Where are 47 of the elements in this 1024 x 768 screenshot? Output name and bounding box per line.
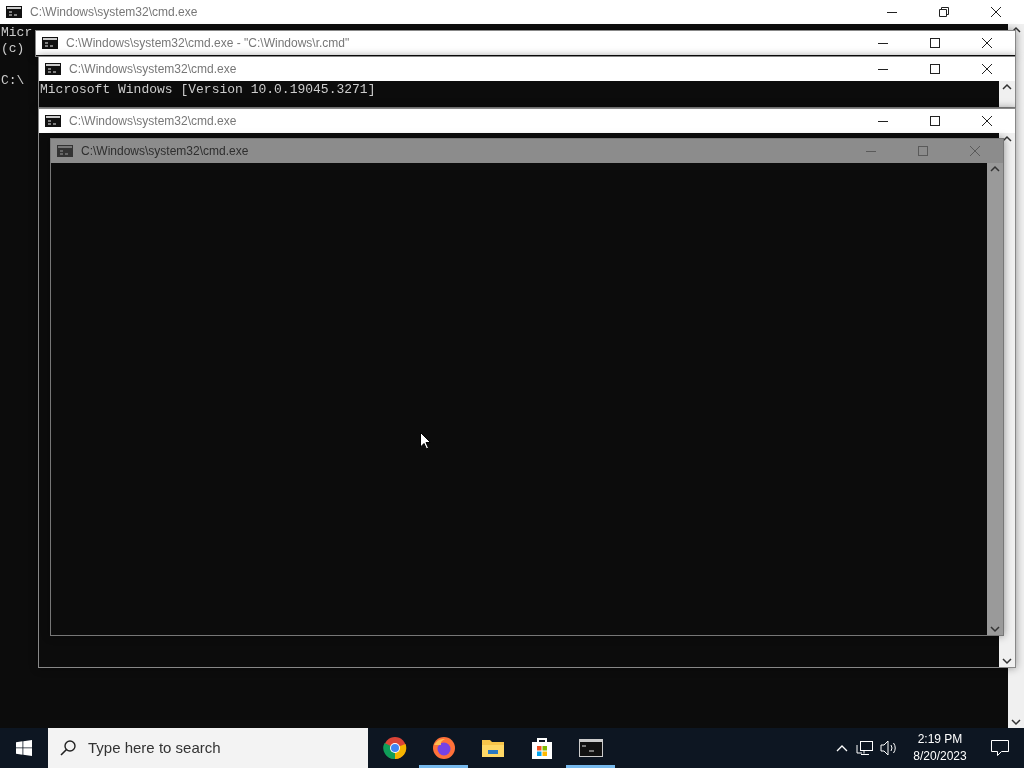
restore-icon — [939, 7, 949, 17]
close-icon — [982, 38, 992, 48]
mouse-pointer-icon — [420, 432, 431, 450]
console-line: Microsoft Windows [Version 10.0.19045.3271] — [40, 82, 376, 98]
console-icon — [57, 145, 73, 157]
shopping-bag-icon — [530, 736, 553, 760]
maximize-icon — [930, 38, 940, 48]
search-icon — [60, 740, 76, 756]
minimize-icon — [878, 68, 888, 70]
chevron-up-icon[interactable] — [836, 744, 848, 752]
speech-bubble-icon — [991, 740, 1009, 756]
window-title: C:\Windows\system32\cmd.exe — [81, 143, 249, 160]
maximize-icon — [930, 64, 940, 74]
folder-icon — [480, 738, 505, 758]
console-icon — [45, 63, 61, 75]
console-icon — [6, 6, 22, 18]
scrollbar[interactable] — [987, 163, 1003, 635]
window-title: C:\Windows\system32\cmd.exe — [69, 113, 237, 130]
console-icon — [42, 37, 58, 49]
console-line: C:\ — [1, 73, 25, 89]
maximize-icon — [918, 146, 928, 156]
maximize-icon — [930, 116, 940, 126]
fox-globe-icon — [431, 736, 456, 760]
minimize-icon — [878, 42, 888, 44]
scrollbar[interactable] — [999, 81, 1015, 107]
window-title: C:\Windows\system32\cmd.exe — [69, 61, 237, 78]
speaker-icon[interactable] — [880, 740, 898, 756]
console-line: (c) — [1, 41, 25, 57]
close-icon — [991, 7, 1001, 17]
window-title: C:\Windows\system32\cmd.exe — [30, 4, 198, 21]
close-icon — [970, 146, 980, 156]
console-line: Micr — [1, 25, 33, 41]
console-icon — [578, 739, 603, 757]
search-input[interactable]: Type here to search — [88, 736, 356, 760]
browser-icon — [382, 736, 407, 760]
clock-date[interactable]: 8/20/2023 — [913, 748, 967, 765]
minimize-icon — [887, 11, 897, 13]
minimize-icon — [878, 120, 888, 122]
close-icon — [982, 116, 992, 126]
close-icon — [982, 64, 992, 74]
minimize-icon — [866, 150, 876, 152]
search-field[interactable]: Type here to search — [48, 728, 368, 768]
windows-logo-icon — [16, 740, 32, 756]
window-title: C:\Windows\system32\cmd.exe - "C:\Windows\r.cmd" — [66, 35, 350, 52]
network-icon[interactable] — [856, 740, 874, 756]
clock-time[interactable]: 2:19 PM — [917, 731, 963, 748]
console-icon — [45, 115, 61, 127]
